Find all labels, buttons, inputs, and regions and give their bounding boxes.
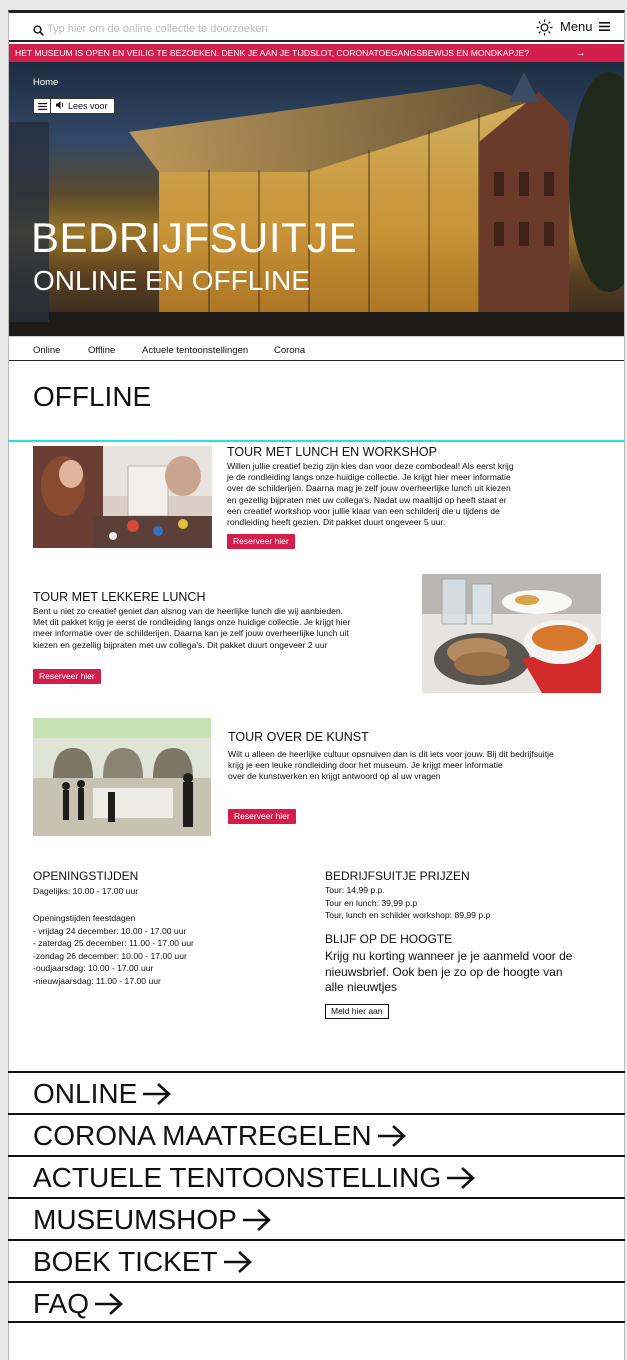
subnav-exhibitions[interactable]: Actuele tentoonstellingen bbox=[142, 345, 248, 356]
newsletter-title: BLIJF OP DE HOOGTE bbox=[325, 932, 453, 946]
reserve-button[interactable]: Reserveer hier bbox=[228, 809, 296, 824]
subnav-online[interactable]: Online bbox=[33, 345, 60, 356]
newsletter-signup-button[interactable]: Meld hier aan bbox=[325, 1004, 389, 1019]
sun-icon[interactable] bbox=[536, 19, 553, 41]
subnav-offline[interactable]: Offline bbox=[88, 345, 115, 356]
alert-text: HET MUSEUM IS OPEN EN VEILIG TE BEZOEKEN… bbox=[15, 48, 529, 58]
link-museumshop[interactable]: MUSEUMSHOP bbox=[8, 1197, 625, 1239]
reserve-button[interactable]: Reserveer hier bbox=[33, 669, 101, 684]
newsletter-line: Krijg nu korting wanneer je je aanmeld v… bbox=[325, 949, 573, 963]
newsletter-line: nieuwsbrief. Ook ben je zo op de hoogte … bbox=[325, 964, 563, 979]
section-title: OFFLINE bbox=[33, 381, 152, 412]
hero-title: BEDRIJFSUITJE bbox=[31, 214, 358, 261]
link-online[interactable]: ONLINE bbox=[8, 1071, 625, 1113]
sub-navigation: Online Offline Actuele tentoonstellingen… bbox=[9, 336, 624, 361]
arrow-right-icon bbox=[141, 1082, 173, 1106]
hero: Home Lees voor BEDRIJFSUITJE ONLINE EN O… bbox=[9, 62, 624, 336]
link-label: ACTUELE TENTOONSTELLING bbox=[33, 1162, 442, 1193]
newsletter-text: Krijg nu korting wanneer je je aanmeld v… bbox=[325, 949, 572, 996]
tour-description: Wilt u alleen de heerlijke cultuur opsnu… bbox=[228, 749, 608, 783]
tour-title: TOUR MET LEKKERE LUNCH bbox=[33, 590, 206, 604]
tour-line: Met dit pakket krijg je eerst de rondlei… bbox=[33, 617, 351, 628]
price-line: Tour: 14,99 p.p. bbox=[325, 885, 385, 895]
tour-description: Bent u niet zo creatief geniet dan alsno… bbox=[33, 606, 413, 651]
link-label: FAQ bbox=[33, 1288, 90, 1319]
holiday-line: -nieuwjaarsdag: 11.00 - 17.00 uur bbox=[33, 975, 161, 986]
tour-line: meer informatie over de schilderijen. Da… bbox=[33, 628, 349, 639]
prices-list: Tour: 14,99 p.p. Tour en lunch: 39,99 p.… bbox=[325, 884, 490, 922]
search-icon[interactable] bbox=[33, 23, 44, 41]
subnav-corona[interactable]: Corona bbox=[274, 345, 305, 356]
holiday-hours: Openingstijden feestdagen - vrijdag 24 d… bbox=[33, 912, 194, 988]
tour-line: Wilt u alleen de heerlijke cultuur opsnu… bbox=[228, 749, 554, 759]
tour-line: over de kunstwerken en krijgt antwoord o… bbox=[228, 771, 441, 782]
tour-lunch-image bbox=[422, 574, 601, 693]
link-label: CORONA MAATREGELEN bbox=[33, 1120, 372, 1151]
link-label: BOEK TICKET bbox=[33, 1246, 218, 1277]
arrow-right-icon bbox=[376, 1124, 408, 1148]
holiday-title: Openingstijden feestdagen bbox=[33, 913, 136, 923]
hours-daily: Dagelijks: 10.00 - 17.00 uur bbox=[33, 886, 139, 896]
holiday-line: - zaterdag 25 december: 11.00 - 17.00 uu… bbox=[33, 938, 194, 949]
hamburger-icon bbox=[598, 19, 610, 34]
hero-subtitle: ONLINE EN OFFLINE bbox=[33, 265, 310, 296]
tour-art-image bbox=[33, 718, 211, 836]
link-label: MUSEUMSHOP bbox=[33, 1204, 237, 1235]
speaker-icon bbox=[56, 101, 65, 111]
price-line: Tour, lunch en schilder workshop: 89,99 … bbox=[325, 910, 491, 921]
tour-line: Willen jullie creatief bezig zijn kies d… bbox=[227, 461, 514, 471]
tour-line: Bent u niet zo creatief geniet dan alsno… bbox=[33, 606, 344, 616]
page: Menu HET MUSEUM IS OPEN EN VEILIG TE BEZ… bbox=[8, 10, 625, 1360]
read-aloud-button[interactable]: Lees voor bbox=[51, 99, 114, 113]
tour-line: je de rondleiding langs onze huidige col… bbox=[227, 472, 511, 483]
arrow-right-icon bbox=[241, 1208, 273, 1232]
page-tools: Lees voor bbox=[33, 98, 115, 114]
tour-line: en gezellig bijpraten met uw collega's. … bbox=[227, 494, 507, 505]
tour-line: over de schilderijen. Daarna mag je zelf… bbox=[227, 483, 511, 494]
link-current-exhibition[interactable]: ACTUELE TENTOONSTELLING bbox=[8, 1155, 625, 1197]
arrow-right-icon bbox=[445, 1166, 477, 1190]
link-faq[interactable]: FAQ bbox=[8, 1281, 625, 1323]
hours-title: OPENINGSTIJDEN bbox=[33, 869, 139, 883]
prices-title: BEDRIJFSUITJE PRIJZEN bbox=[325, 869, 470, 883]
tour-title: TOUR MET LUNCH EN WORKSHOP bbox=[227, 445, 437, 459]
breadcrumb[interactable]: Home bbox=[33, 77, 58, 88]
arrow-right-icon bbox=[222, 1250, 254, 1274]
link-book-ticket[interactable]: BOEK TICKET bbox=[8, 1239, 625, 1281]
search-input[interactable] bbox=[47, 19, 427, 39]
tour-title: TOUR OVER DE KUNST bbox=[228, 730, 369, 744]
tour-line: krijg je een leuke rondleiding door het … bbox=[228, 760, 503, 771]
holiday-line: -zondag 26 december: 10.00 - 17.00 uur bbox=[33, 950, 187, 961]
arrow-right-icon[interactable]: → bbox=[575, 44, 586, 62]
list-icon[interactable] bbox=[34, 99, 51, 113]
menu-button[interactable]: Menu bbox=[560, 19, 610, 34]
read-aloud-label: Lees voor bbox=[68, 101, 108, 111]
reserve-button[interactable]: Reserveer hier bbox=[227, 534, 295, 549]
link-corona-measures[interactable]: CORONA MAATREGELEN bbox=[8, 1113, 625, 1155]
price-line: Tour en lunch: 39,99 p.p bbox=[325, 897, 418, 908]
alert-banner[interactable]: HET MUSEUM IS OPEN EN VEILIG TE BEZOEKEN… bbox=[9, 44, 624, 62]
tour-workshop-image bbox=[33, 446, 212, 548]
arrow-right-icon bbox=[93, 1292, 125, 1316]
top-bar: Menu bbox=[9, 13, 624, 42]
menu-label: Menu bbox=[560, 19, 593, 34]
tour-line: kiezen en gezellig bijpraten met uw coll… bbox=[33, 639, 328, 650]
tour-line: een creatief workshop voor jullie klaar … bbox=[227, 505, 500, 516]
holiday-line: - vrijdag 24 december: 10.00 - 17.00 uur bbox=[33, 925, 187, 936]
tour-line: rondleiding heeft gezien. Dit pakket duu… bbox=[227, 517, 446, 528]
holiday-line: -oudjaarsdag: 10.00 - 17.00 uur bbox=[33, 963, 154, 974]
divider bbox=[8, 440, 625, 442]
link-label: ONLINE bbox=[33, 1078, 138, 1109]
tour-description: Willen jullie creatief bezig zijn kies d… bbox=[227, 461, 567, 528]
newsletter-line: alle nieuwtjes bbox=[325, 980, 398, 994]
